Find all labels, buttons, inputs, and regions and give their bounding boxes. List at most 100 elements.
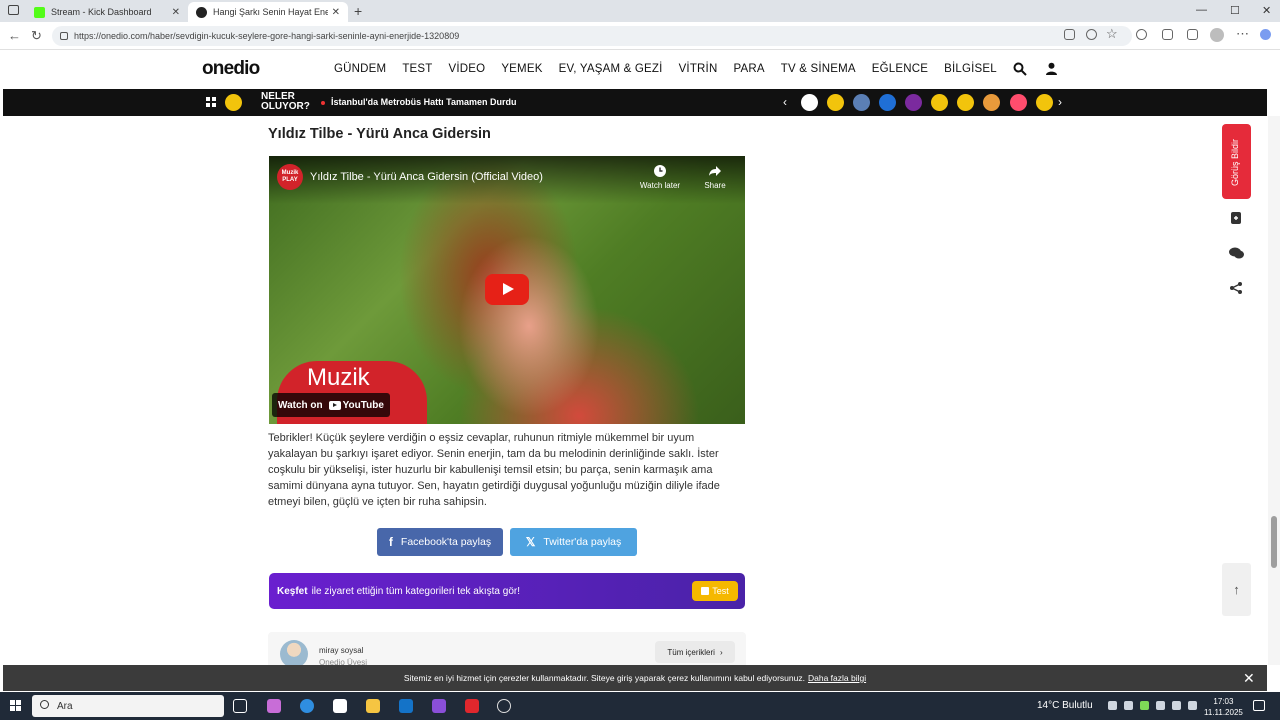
nav-item-eglence[interactable]: EĞLENCE (872, 63, 928, 75)
feedback-button[interactable]: Görüş Bildir (1222, 124, 1251, 199)
read-aloud-icon[interactable] (1086, 29, 1097, 40)
nav-item-vitrin[interactable]: VİTRİN (679, 63, 718, 75)
cookie-more-info-link[interactable]: Daha fazla bilgi (808, 673, 866, 683)
video-share-button[interactable]: Share (693, 164, 737, 190)
tray-chevron-icon[interactable] (1108, 701, 1117, 710)
url-text: https://onedio.com/haber/sevdigin-kucuk-… (74, 31, 460, 41)
x-twitter-icon: 𝕏 (525, 535, 536, 549)
tab-kick-dashboard[interactable]: Stream - Kick Dashboard ✕ (26, 2, 188, 22)
weather-widget[interactable]: 14°C Bulutlu (1037, 700, 1093, 711)
url-field[interactable]: https://onedio.com/haber/sevdigin-kucuk-… (52, 26, 1132, 46)
share-twitter-button[interactable]: 𝕏 Twitter'da paylaş (510, 528, 637, 556)
back-icon[interactable]: ← (8, 28, 21, 43)
windows-taskbar: Ara 14°C Bulutlu 17:03 11.11.2025 (0, 692, 1280, 720)
extension-icon[interactable] (1162, 29, 1173, 40)
share-facebook-button[interactable]: f Facebook'ta paylaş (377, 528, 503, 556)
onedio-logo[interactable]: onedio (202, 58, 260, 80)
figma-icon[interactable] (432, 699, 446, 713)
user-icon[interactable] (1045, 62, 1058, 75)
favorite-star-icon[interactable]: ☆ (1106, 26, 1118, 42)
page-scrollbar[interactable] (1268, 116, 1280, 665)
author-name[interactable]: miray soysal (319, 646, 363, 655)
task-view-icon[interactable] (233, 699, 247, 713)
favorites-icon[interactable] (1187, 29, 1198, 40)
ticker-prev-icon[interactable]: ‹ (783, 95, 787, 109)
story-badge[interactable] (801, 94, 818, 111)
menu-dots-icon[interactable]: ⋯ (1236, 26, 1249, 42)
refresh-ext-icon[interactable] (1136, 29, 1147, 40)
nav-item-yemek[interactable]: YEMEK (501, 63, 542, 75)
close-tab-icon[interactable]: ✕ (332, 7, 340, 18)
chevron-right-icon: › (719, 647, 723, 657)
profile-avatar[interactable] (1210, 28, 1224, 42)
notifications-icon[interactable] (1253, 700, 1265, 711)
nav-item-test[interactable]: TEST (402, 63, 432, 75)
kesfet-test-button[interactable]: Test (692, 581, 738, 601)
copilot-app-icon[interactable] (267, 699, 281, 713)
youtube-video-embed[interactable]: Muzik PLAY Yıldız Tilbe - Yürü Anca Gide… (269, 156, 745, 424)
story-badge[interactable] (983, 94, 1000, 111)
author-avatar[interactable] (280, 640, 308, 668)
story-badge[interactable] (1010, 94, 1027, 111)
app-available-icon[interactable] (1064, 29, 1075, 40)
new-tab-icon[interactable]: + (354, 3, 362, 19)
tray-app-icon[interactable] (1156, 701, 1165, 710)
live-icon[interactable] (225, 94, 242, 111)
microphone-icon[interactable] (1124, 701, 1133, 710)
search-icon[interactable] (1013, 62, 1027, 76)
taskbar-search[interactable]: Ara (32, 695, 224, 717)
tray-app-icon[interactable] (1140, 701, 1149, 710)
nav-item-para[interactable]: PARA (733, 63, 764, 75)
copilot-icon[interactable] (1260, 29, 1271, 40)
watch-on-youtube-button[interactable]: Watch on YouTube (272, 393, 390, 417)
store-icon[interactable] (333, 699, 347, 713)
windows-start-icon[interactable] (10, 700, 21, 711)
bookmark-icon[interactable] (1229, 211, 1243, 225)
play-button[interactable] (485, 274, 529, 305)
video-title[interactable]: Yıldız Tilbe - Yürü Anca Gidersin (Offic… (310, 171, 543, 183)
channel-avatar[interactable]: Muzik PLAY (277, 164, 303, 190)
story-badge[interactable] (931, 94, 948, 111)
share-icon[interactable] (1229, 281, 1243, 295)
chatgpt-icon[interactable] (497, 699, 511, 713)
nav-item-ev-yasam-gezi[interactable]: EV, YAŞAM & GEZİ (559, 63, 663, 75)
story-badge[interactable] (879, 94, 896, 111)
cookie-close-icon[interactable]: ✕ (1243, 670, 1255, 687)
story-badge[interactable] (905, 94, 922, 111)
cloud-icon[interactable] (1172, 701, 1181, 710)
main-nav: GÜNDEM TEST VİDEO YEMEK EV, YAŞAM & GEZİ… (334, 63, 997, 75)
kesfet-banner[interactable]: Keşfet ile ziyaret ettiğin tüm kategoril… (269, 573, 745, 609)
story-badge[interactable] (957, 94, 974, 111)
scrollbar-thumb[interactable] (1271, 516, 1277, 568)
story-badge[interactable] (853, 94, 870, 111)
sidebar-toggle-icon[interactable] (8, 5, 19, 15)
nav-item-gundem[interactable]: GÜNDEM (334, 63, 386, 75)
reload-icon[interactable]: ↻ (31, 28, 42, 44)
close-window-icon[interactable]: ✕ (1262, 4, 1271, 17)
ticker-headline[interactable]: İstanbul'da Metrobüs Hattı Tamamen Durdu (331, 97, 517, 107)
scroll-to-top-button[interactable]: ↑ (1222, 563, 1251, 616)
kesfet-bold: Keşfet (277, 585, 308, 597)
nav-item-video[interactable]: VİDEO (449, 63, 486, 75)
edge-browser-icon[interactable] (300, 699, 314, 713)
outlook-icon[interactable] (399, 699, 413, 713)
minimize-icon[interactable]: — (1196, 4, 1207, 16)
comments-icon[interactable] (1228, 246, 1245, 260)
grid-menu-icon[interactable] (206, 97, 216, 107)
story-badge[interactable] (827, 94, 844, 111)
nav-item-bilgisel[interactable]: BİLGİSEL (944, 63, 997, 75)
nav-item-tv-sinema[interactable]: TV & SİNEMA (781, 63, 856, 75)
file-explorer-icon[interactable] (366, 699, 380, 713)
volume-icon[interactable] (1188, 701, 1197, 710)
browser-tab-bar: Stream - Kick Dashboard ✕ Hangi Şarkı Se… (0, 0, 1280, 22)
close-tab-icon[interactable]: ✕ (172, 7, 180, 18)
taskbar-clock[interactable]: 17:03 11.11.2025 (1204, 696, 1243, 718)
tab-onedio-article[interactable]: Hangi Şarkı Senin Hayat Enerjini Y ✕ (188, 2, 348, 22)
maximize-icon[interactable]: ☐ (1230, 4, 1240, 17)
wps-office-icon[interactable] (465, 699, 479, 713)
story-badge[interactable] (1036, 94, 1053, 111)
all-contents-button[interactable]: Tüm içerikleri › (655, 641, 735, 663)
test-icon (701, 587, 710, 595)
ticker-next-icon[interactable]: › (1058, 95, 1062, 109)
watch-later-button[interactable]: Watch later (638, 164, 682, 190)
